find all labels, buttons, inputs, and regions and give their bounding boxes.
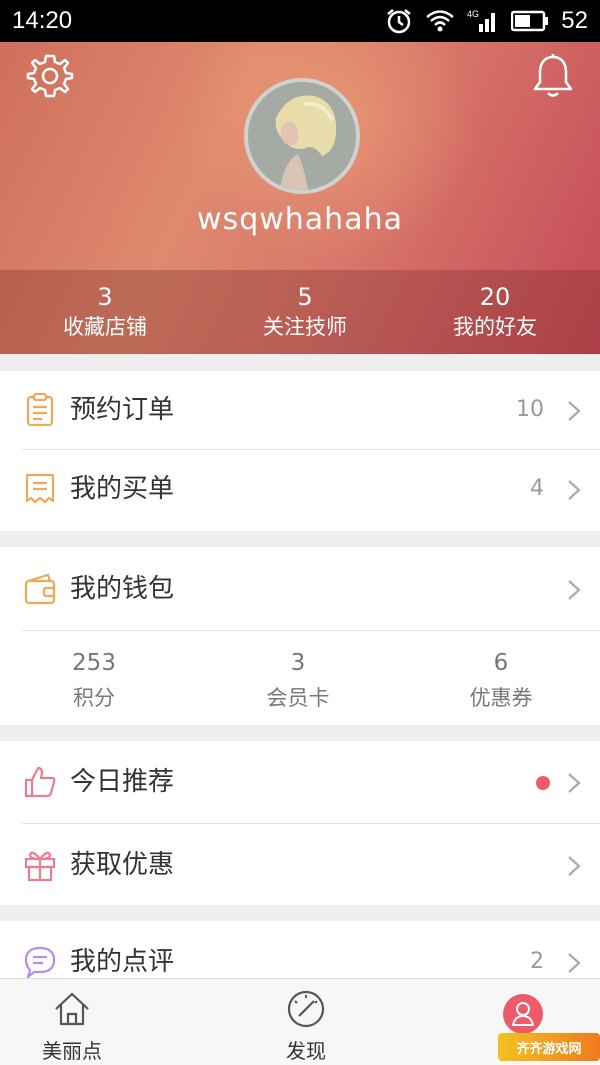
stats-band: 3 收藏店铺 5 关注技师 20 我的好友	[0, 270, 600, 354]
alarm-icon	[387, 9, 412, 34]
thumbs-up-icon	[24, 766, 56, 798]
wallet-label: 会员卡	[266, 686, 330, 710]
notification-dot	[536, 776, 550, 790]
chevron-right-icon	[568, 856, 581, 876]
wallet-value: 3	[290, 650, 306, 676]
wallet-label: 优惠券	[469, 686, 533, 710]
battery-level: 52	[561, 7, 588, 34]
chevron-right-icon	[568, 953, 581, 973]
stat-value: 20	[479, 283, 511, 311]
row-get-deals[interactable]: 获取优惠	[0, 826, 600, 904]
stat-followed-technicians[interactable]: 5 关注技师	[210, 270, 400, 354]
receipt-icon	[25, 473, 55, 504]
stat-friends[interactable]: 20 我的好友	[400, 270, 590, 354]
status-bar: 14:20 4G 52	[0, 0, 600, 42]
home-icon	[55, 992, 89, 1026]
reviews-section: 我的点评 2	[0, 921, 600, 978]
row-count: 10	[516, 397, 544, 422]
wallet-stats: 253 积分 3 会员卡 6 优惠券	[0, 631, 600, 725]
signal-icon: 4G	[467, 9, 496, 32]
row-label: 预约订单	[70, 395, 175, 425]
nav-label: 发现	[286, 1039, 326, 1063]
wallet-label: 积分	[73, 686, 115, 710]
nav-item-discover[interactable]: 发现	[236, 979, 376, 1065]
stat-value: 3	[97, 283, 113, 311]
row-count: 4	[530, 476, 544, 501]
nav-item-home[interactable]: 美丽点	[2, 979, 142, 1065]
stat-label: 收藏店铺	[63, 315, 147, 339]
gift-icon	[24, 851, 56, 882]
row-label: 我的钱包	[70, 574, 175, 604]
row-label: 获取优惠	[70, 850, 175, 880]
chevron-right-icon	[568, 401, 581, 421]
chevron-right-icon	[568, 480, 581, 500]
wallet-member-cards[interactable]: 3 会员卡	[218, 645, 378, 715]
row-my-wallet[interactable]: 我的钱包	[0, 550, 600, 628]
network-label: 4G	[467, 9, 479, 19]
stat-value: 5	[297, 283, 313, 311]
divider	[22, 823, 600, 824]
row-label: 我的点评	[70, 947, 175, 977]
avatar-image	[248, 82, 356, 190]
battery-icon	[511, 10, 549, 32]
wallet-section: 我的钱包 253 积分 3 会员卡 6 优惠券	[0, 547, 600, 725]
status-icons: 4G 52	[385, 7, 588, 35]
nav-label: 美丽点	[42, 1039, 102, 1063]
wallet-points[interactable]: 253 积分	[14, 645, 174, 715]
gear-icon[interactable]	[26, 52, 74, 100]
row-appointment-orders[interactable]: 预约订单 10	[0, 371, 600, 449]
bell-icon[interactable]	[530, 52, 576, 100]
row-label: 今日推荐	[70, 767, 175, 797]
status-time: 14:20	[12, 7, 73, 34]
chevron-right-icon	[568, 580, 581, 600]
orders-section: 预约订单 10 我的买单 4	[0, 371, 600, 531]
profile-header: wsqwhahaha 3 收藏店铺 5 关注技师 20 我的好友	[0, 42, 600, 354]
stat-label: 关注技师	[263, 315, 347, 339]
chat-icon	[24, 946, 56, 978]
profile-icon	[503, 994, 543, 1034]
stat-favorite-shops[interactable]: 3 收藏店铺	[0, 270, 210, 354]
username: wsqwhahaha	[197, 202, 403, 237]
clipboard-icon	[26, 392, 54, 427]
row-my-bills[interactable]: 我的买单 4	[0, 450, 600, 528]
wallet-value: 253	[72, 650, 116, 676]
wallet-coupons[interactable]: 6 优惠券	[421, 645, 581, 715]
watermark: 齐齐游戏网	[498, 1033, 600, 1061]
compass-icon	[287, 990, 325, 1028]
stat-label: 我的好友	[453, 315, 537, 339]
row-count: 2	[530, 949, 544, 974]
wifi-icon	[426, 10, 455, 32]
row-my-reviews[interactable]: 我的点评 2	[0, 923, 600, 978]
row-label: 我的买单	[70, 474, 175, 504]
promos-section: 今日推荐 获取优惠	[0, 741, 600, 905]
wallet-icon	[24, 573, 56, 605]
chevron-right-icon	[568, 773, 581, 793]
avatar[interactable]	[244, 78, 360, 194]
row-todays-picks[interactable]: 今日推荐	[0, 743, 600, 821]
wallet-value: 6	[493, 650, 509, 676]
